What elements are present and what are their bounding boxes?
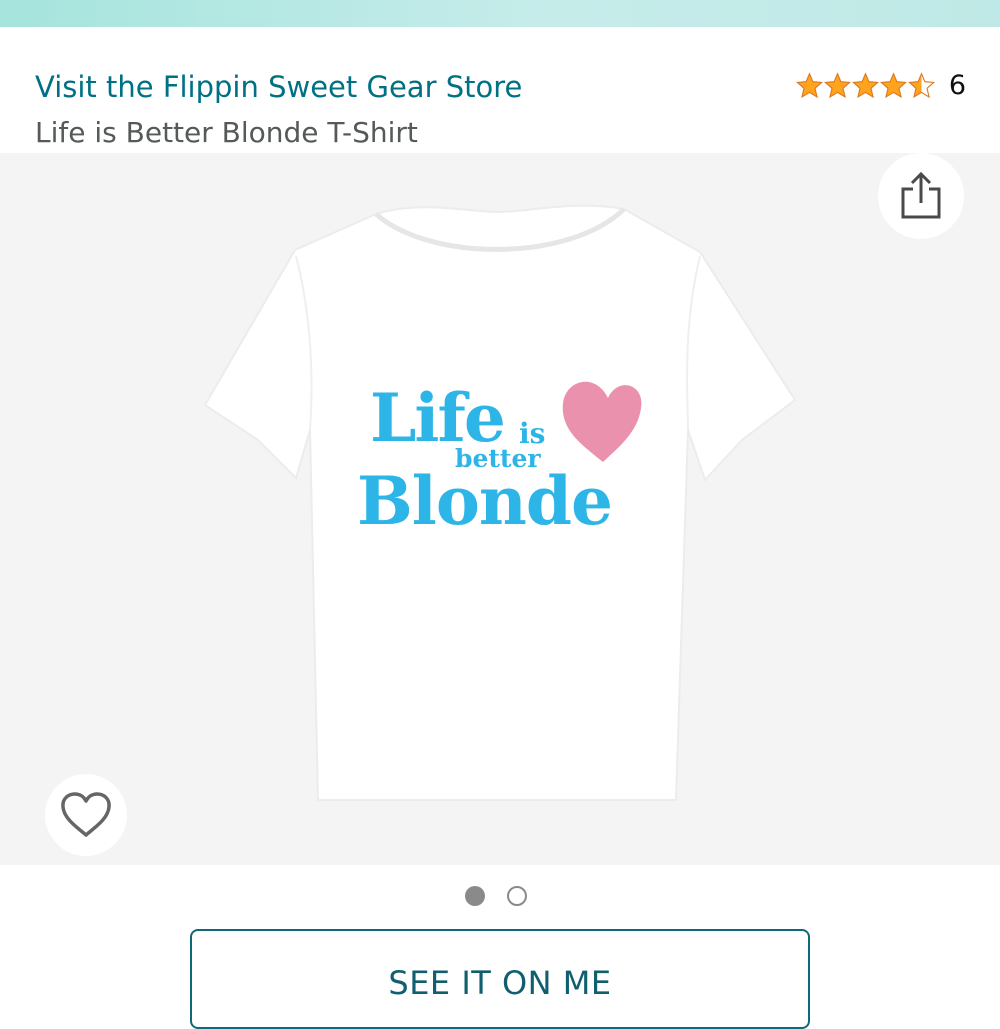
share-icon	[901, 171, 941, 219]
gallery-dot[interactable]	[465, 886, 485, 906]
top-accent-bar	[0, 0, 1000, 27]
star-icon	[907, 72, 935, 99]
review-count: 6	[948, 70, 966, 101]
star-rating	[795, 72, 935, 99]
add-to-wishlist-button[interactable]	[45, 774, 127, 856]
shirt-print-life: Life	[370, 379, 506, 457]
gallery-pagination	[465, 886, 527, 906]
star-icon	[795, 72, 823, 99]
gallery-dot[interactable]	[507, 886, 527, 906]
shirt-print-blonde: Blonde	[357, 462, 613, 540]
visit-store-link[interactable]: Visit the Flippin Sweet Gear Store	[35, 70, 522, 104]
star-icon	[851, 72, 879, 99]
star-icon	[823, 72, 851, 99]
see-it-on-me-button[interactable]: SEE IT ON ME	[190, 929, 810, 1029]
product-title: Life is Better Blonde T-Shirt	[35, 116, 418, 149]
heart-outline-icon	[61, 792, 111, 837]
rating-summary[interactable]: 6	[795, 70, 966, 101]
share-button[interactable]	[878, 153, 964, 239]
star-icon	[879, 72, 907, 99]
